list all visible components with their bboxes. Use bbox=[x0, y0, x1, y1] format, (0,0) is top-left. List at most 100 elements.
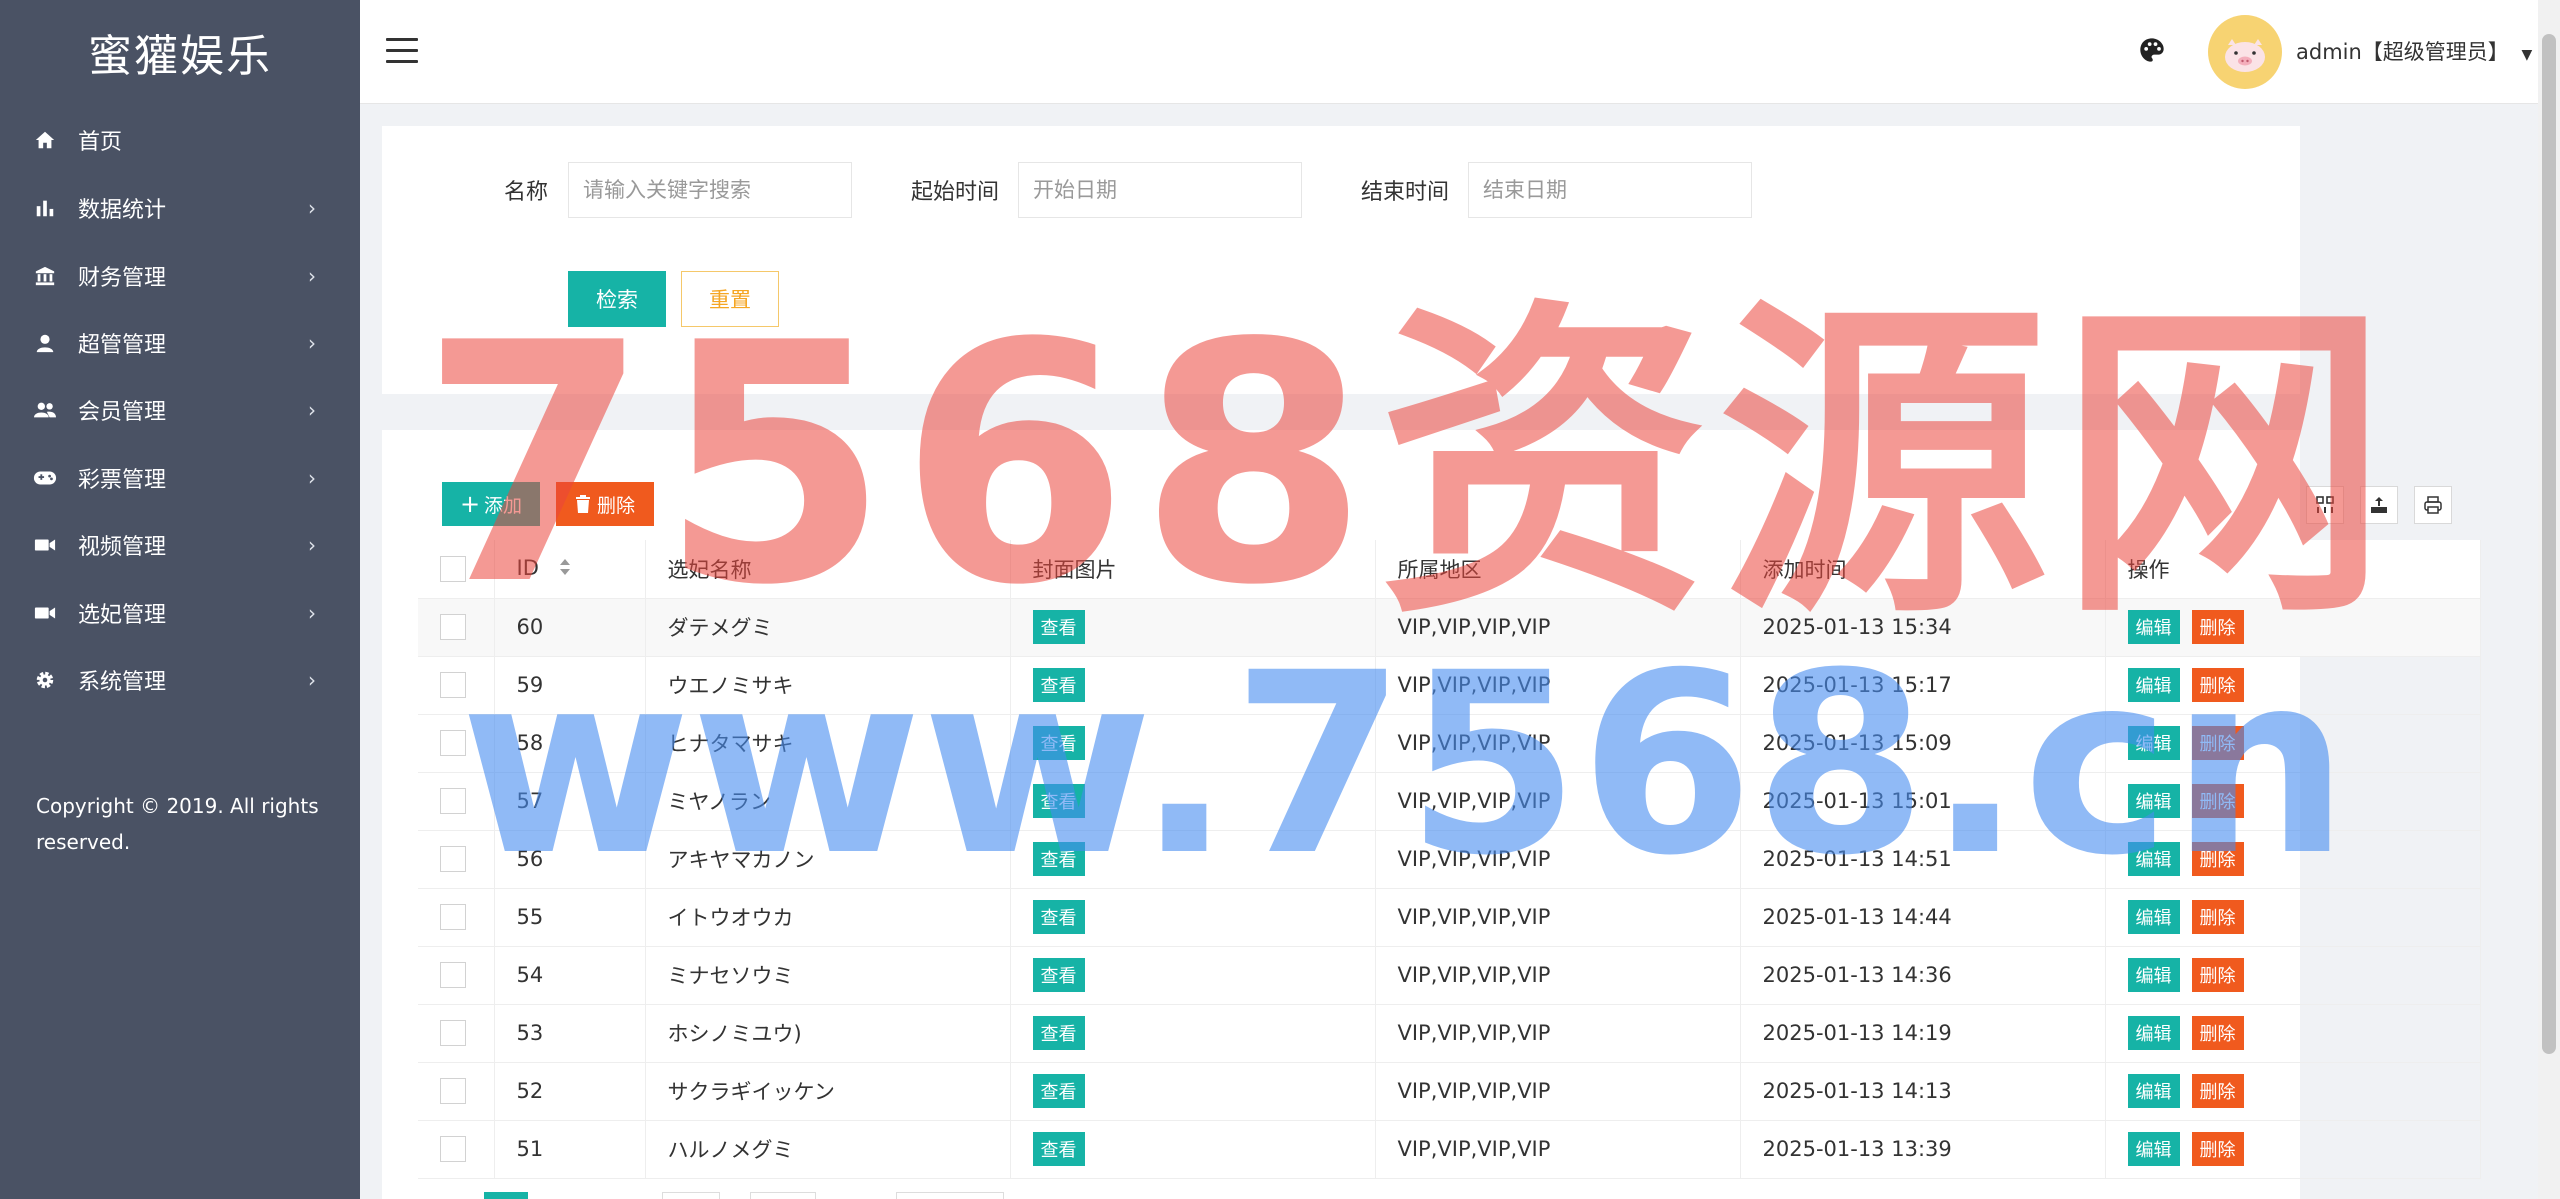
cell-name: ミヤノラン bbox=[645, 772, 1011, 831]
view-cover-button[interactable]: 查看 bbox=[1032, 1074, 1085, 1108]
sort-icon[interactable] bbox=[558, 557, 572, 582]
cell-region: VIP,VIP,VIP,VIP bbox=[1375, 830, 1741, 889]
cell-region: VIP,VIP,VIP,VIP bbox=[1375, 772, 1741, 831]
edit-button[interactable]: 编辑 bbox=[2127, 1016, 2180, 1050]
end-date-input[interactable] bbox=[1468, 162, 1752, 218]
delete-row-button[interactable]: 删除 bbox=[2191, 668, 2244, 702]
sidebar-item-system[interactable]: 系统管理 › bbox=[0, 650, 360, 710]
cell-id: 51 bbox=[494, 1120, 646, 1179]
cell-time: 2025-01-13 15:34 bbox=[1740, 598, 2106, 657]
cell-region: VIP,VIP,VIP,VIP bbox=[1375, 656, 1741, 715]
row-checkbox[interactable] bbox=[440, 730, 466, 756]
sidebar-item-videos[interactable]: 视频管理 › bbox=[0, 515, 360, 575]
pagination-size-select[interactable] bbox=[896, 1192, 1004, 1199]
search-panel: 名称 起始时间 结束时间 检索 重置 bbox=[382, 126, 2300, 394]
search-button[interactable]: 检索 bbox=[568, 271, 666, 327]
cell-region: VIP,VIP,VIP,VIP bbox=[1375, 714, 1741, 773]
avatar[interactable] bbox=[2208, 15, 2282, 89]
sidebar-item-lottery[interactable]: 彩票管理 › bbox=[0, 448, 360, 508]
select-all-checkbox[interactable] bbox=[440, 555, 466, 582]
sidebar-item-label: 视频管理 bbox=[78, 535, 167, 560]
select-all-cell bbox=[418, 540, 495, 599]
edit-button[interactable]: 编辑 bbox=[2127, 726, 2180, 760]
view-cover-button[interactable]: 查看 bbox=[1032, 1016, 1085, 1050]
sidebar-item-selection[interactable]: 选妃管理 › bbox=[0, 583, 360, 643]
scrollbar-thumb[interactable] bbox=[2542, 34, 2556, 1054]
name-search-input[interactable] bbox=[568, 162, 852, 218]
reset-button[interactable]: 重置 bbox=[681, 271, 779, 327]
start-date-input[interactable] bbox=[1018, 162, 1302, 218]
edit-button[interactable]: 编辑 bbox=[2127, 610, 2180, 644]
view-cover-button[interactable]: 查看 bbox=[1032, 784, 1085, 818]
pagination-button[interactable] bbox=[750, 1192, 816, 1199]
page-scrollbar[interactable] bbox=[2538, 0, 2560, 1199]
row-checkbox[interactable] bbox=[440, 846, 466, 872]
delete-row-button[interactable]: 删除 bbox=[2191, 958, 2244, 992]
edit-button[interactable]: 编辑 bbox=[2127, 900, 2180, 934]
brand-title: 蜜獾娱乐 bbox=[88, 31, 272, 82]
chevron-right-icon: › bbox=[308, 264, 316, 288]
user-menu[interactable]: admin【超级管理员】 ▼ bbox=[2296, 36, 2532, 66]
batch-delete-button[interactable]: 删除 bbox=[556, 482, 654, 526]
row-checkbox[interactable] bbox=[440, 672, 466, 698]
edit-button[interactable]: 编辑 bbox=[2127, 958, 2180, 992]
columns-filter-icon[interactable] bbox=[2306, 486, 2344, 524]
pagination-button[interactable] bbox=[662, 1192, 720, 1199]
cell-region: VIP,VIP,VIP,VIP bbox=[1375, 1004, 1741, 1063]
cell-time: 2025-01-13 15:09 bbox=[1740, 714, 2106, 773]
sidebar-item-home[interactable]: 首页 bbox=[0, 110, 360, 170]
video-icon bbox=[32, 600, 58, 626]
user-name-label: admin【超级管理员】 bbox=[2296, 40, 2509, 64]
row-checkbox[interactable] bbox=[440, 1020, 466, 1046]
cell-id: 57 bbox=[494, 772, 646, 831]
cell-name: ヒナタマサキ bbox=[645, 714, 1011, 773]
cell-time: 2025-01-13 13:39 bbox=[1740, 1120, 2106, 1179]
edit-button[interactable]: 编辑 bbox=[2127, 1074, 2180, 1108]
edit-button[interactable]: 编辑 bbox=[2127, 784, 2180, 818]
view-cover-button[interactable]: 查看 bbox=[1032, 842, 1085, 876]
delete-row-button[interactable]: 删除 bbox=[2191, 1074, 2244, 1108]
sidebar-item-members[interactable]: 会员管理 › bbox=[0, 380, 360, 440]
sidebar-item-admins[interactable]: 超管管理 › bbox=[0, 313, 360, 373]
delete-row-button[interactable]: 删除 bbox=[2191, 842, 2244, 876]
row-checkbox[interactable] bbox=[440, 1078, 466, 1104]
delete-row-button[interactable]: 删除 bbox=[2191, 784, 2244, 818]
view-cover-button[interactable]: 查看 bbox=[1032, 1132, 1085, 1166]
delete-row-button[interactable]: 删除 bbox=[2191, 900, 2244, 934]
column-header-time: 添加时间 bbox=[1740, 540, 2106, 599]
row-checkbox[interactable] bbox=[440, 962, 466, 988]
view-cover-button[interactable]: 查看 bbox=[1032, 726, 1085, 760]
view-cover-button[interactable]: 查看 bbox=[1032, 610, 1085, 644]
column-header-id[interactable]: ID bbox=[494, 540, 646, 599]
delete-row-button[interactable]: 删除 bbox=[2191, 1132, 2244, 1166]
row-checkbox[interactable] bbox=[440, 788, 466, 814]
row-checkbox[interactable] bbox=[440, 614, 466, 640]
row-checkbox[interactable] bbox=[440, 1136, 466, 1162]
end-time-label: 结束时间 bbox=[1361, 180, 1450, 205]
pagination-current-page[interactable] bbox=[484, 1192, 528, 1199]
cell-id: 56 bbox=[494, 830, 646, 889]
add-button[interactable]: + 添加 bbox=[442, 482, 540, 526]
view-cover-button[interactable]: 查看 bbox=[1032, 900, 1085, 934]
delete-row-button[interactable]: 删除 bbox=[2191, 726, 2244, 760]
add-button-label: 添加 bbox=[484, 494, 523, 517]
print-icon[interactable] bbox=[2414, 486, 2452, 524]
palette-icon[interactable] bbox=[2138, 36, 2168, 66]
view-cover-button[interactable]: 查看 bbox=[1032, 958, 1085, 992]
chevron-right-icon: › bbox=[308, 466, 316, 490]
table-header-row: ID 选妃名称 封面图片 所属地区 添加时间 操作 bbox=[418, 540, 2481, 599]
edit-button[interactable]: 编辑 bbox=[2127, 842, 2180, 876]
export-icon[interactable] bbox=[2360, 486, 2398, 524]
edit-button[interactable]: 编辑 bbox=[2127, 1132, 2180, 1166]
sidebar-item-statistics[interactable]: 数据统计 › bbox=[0, 178, 360, 238]
delete-row-button[interactable]: 删除 bbox=[2191, 1016, 2244, 1050]
row-checkbox[interactable] bbox=[440, 904, 466, 930]
user-icon bbox=[32, 330, 58, 356]
menu-toggle-icon[interactable] bbox=[386, 38, 418, 66]
delete-row-button[interactable]: 删除 bbox=[2191, 610, 2244, 644]
sidebar-item-label: 彩票管理 bbox=[78, 468, 167, 493]
view-cover-button[interactable]: 查看 bbox=[1032, 668, 1085, 702]
sidebar: 蜜獾娱乐 首页 数据统计 › 财务管理 › 超管管理 › 会员管理 › 彩票管理… bbox=[0, 0, 360, 1199]
sidebar-item-finance[interactable]: 财务管理 › bbox=[0, 246, 360, 306]
edit-button[interactable]: 编辑 bbox=[2127, 668, 2180, 702]
